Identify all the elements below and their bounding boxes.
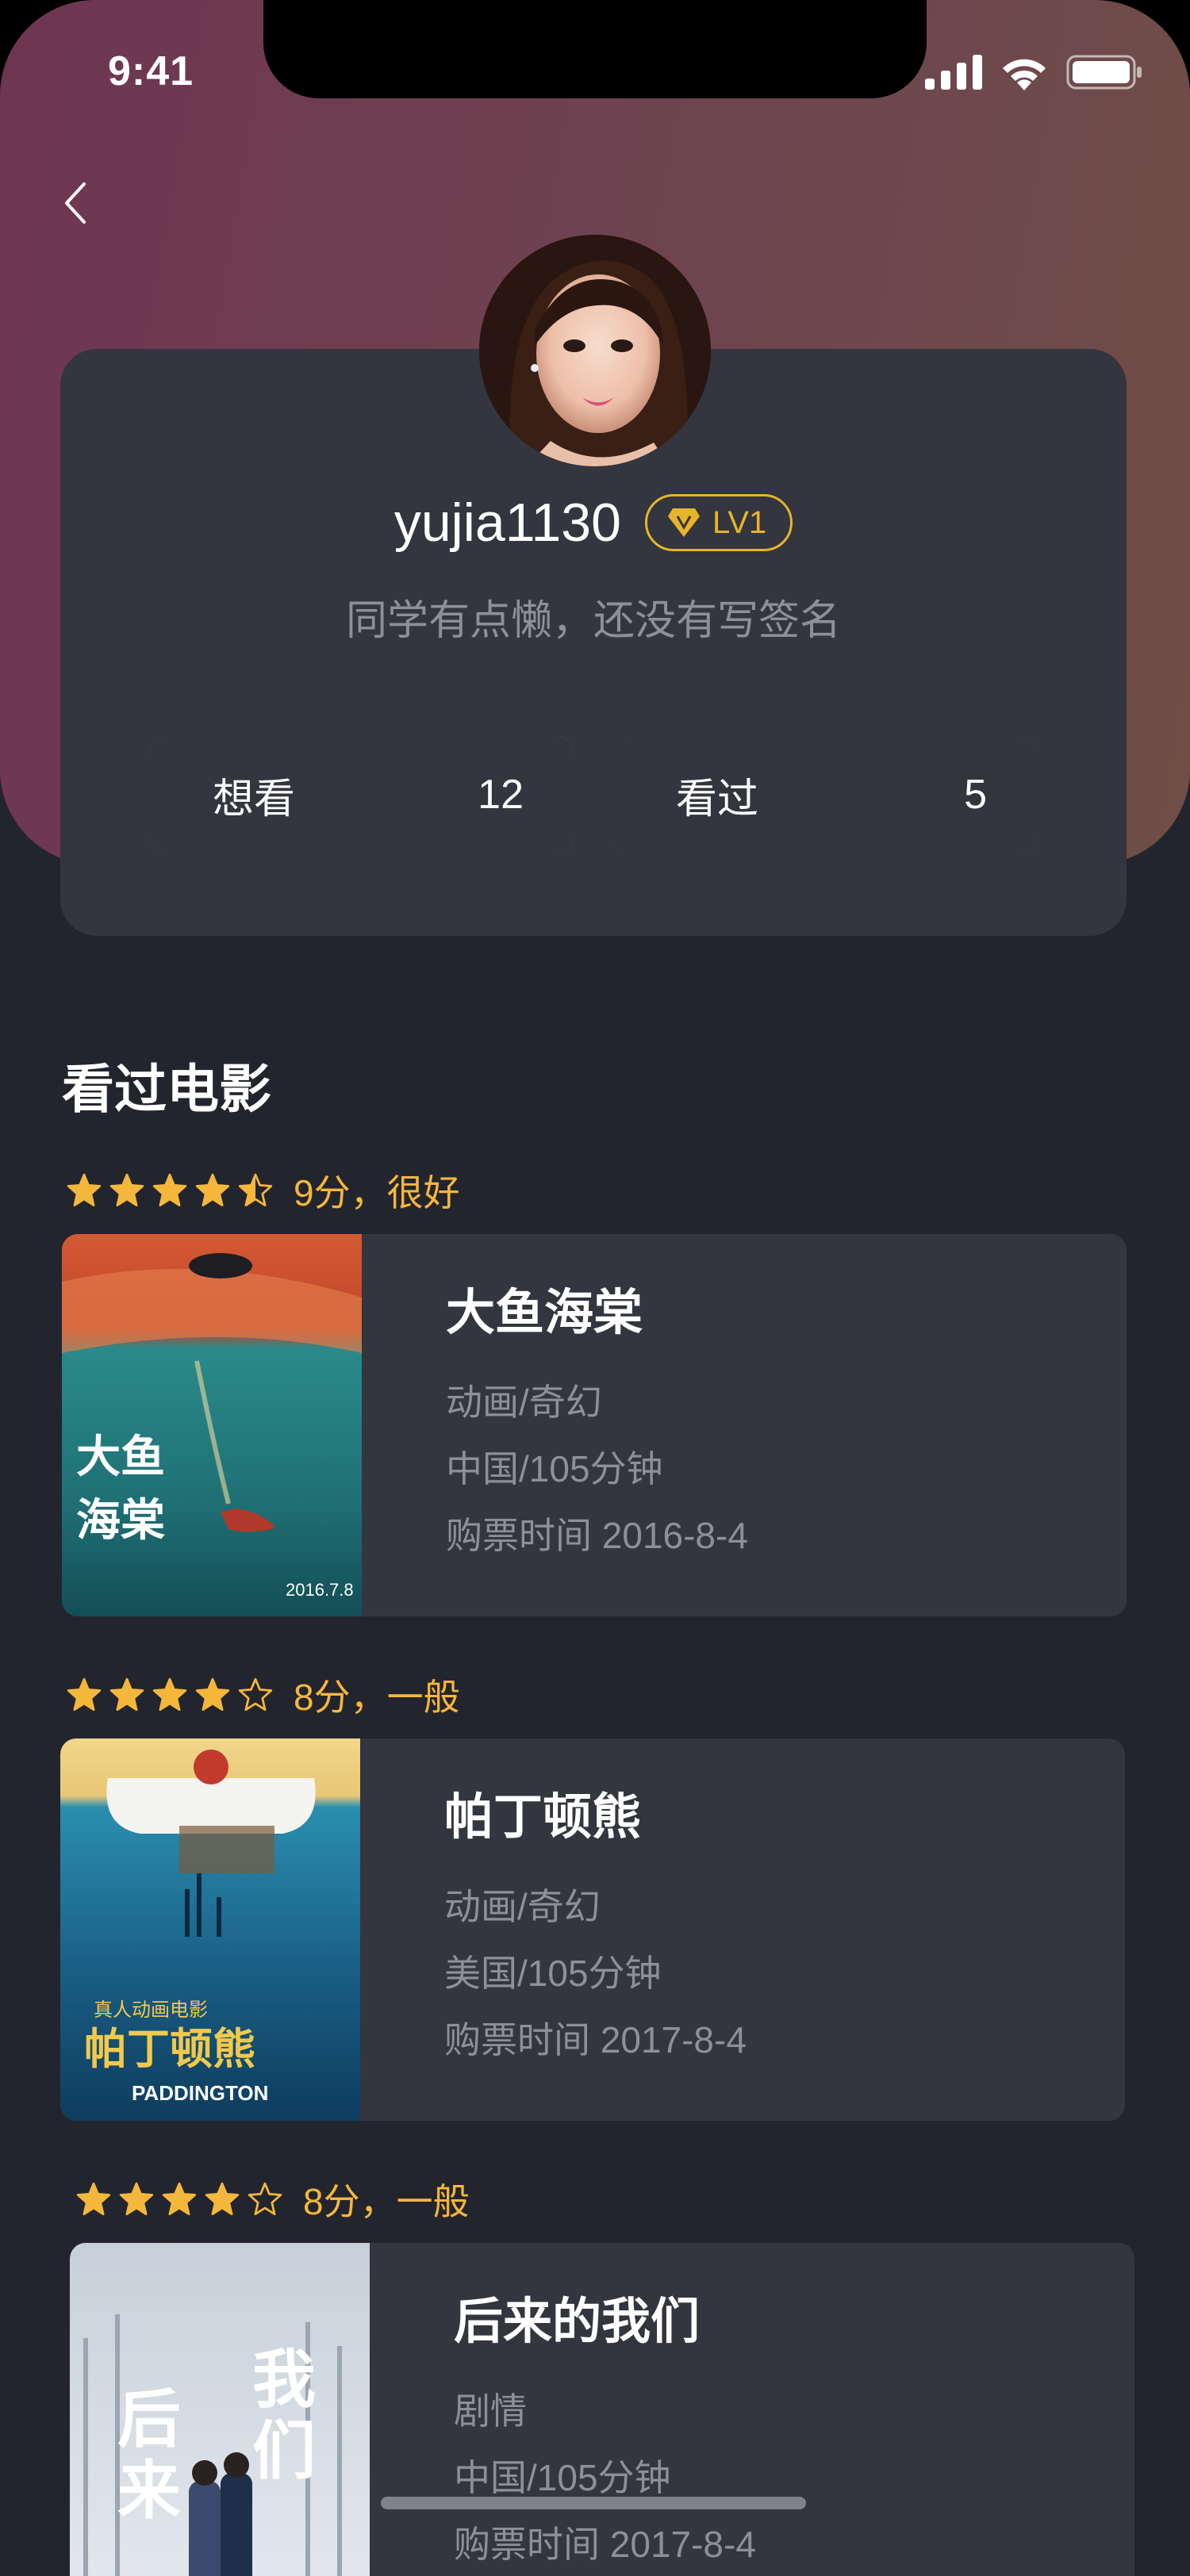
svg-text:来: 来 (117, 2453, 181, 2528)
star-filled-icon (205, 2182, 240, 2216)
movie-title: 后来的我们 (454, 2294, 701, 2349)
svg-text:PADDINGTON: PADDINGTON (132, 2081, 268, 2105)
section-title: 看过电影 (62, 1060, 271, 1118)
movie-genre: 动画/奇幻 (444, 1886, 601, 1927)
diamond-icon (667, 508, 700, 537)
star-filled-icon (195, 1677, 230, 1712)
star-filled-icon (162, 2182, 197, 2216)
star-filled-icon (67, 1173, 102, 1207)
movie-title: 帕丁顿熊 (444, 1790, 642, 1845)
rating-row: 8分，一般 (76, 2173, 470, 2225)
svg-text:后: 后 (117, 2382, 181, 2456)
status-icons (925, 54, 1142, 90)
avatar[interactable] (479, 235, 711, 466)
device-notch (263, 0, 927, 98)
star-filled-icon (119, 2182, 154, 2216)
star-half-icon (238, 1173, 273, 1207)
level-badge: LV1 (644, 494, 793, 551)
star-empty-icon (248, 2182, 282, 2216)
avatar-portrait (479, 235, 711, 466)
signature: 同学有点懒，还没有写签名 (345, 598, 841, 644)
movie-region-duration: 中国/105分钟 (446, 1448, 663, 1489)
wifi-icon (1003, 59, 1046, 90)
movie-genre: 剧情 (454, 2390, 527, 2432)
movie-genre: 动画/奇幻 (446, 1382, 602, 1423)
seen-count: 5 (964, 772, 987, 818)
username-row: yujia1130 LV1 (60, 492, 1127, 554)
star-filled-icon (109, 1677, 144, 1712)
want-to-watch-button[interactable]: 想看 12 (149, 736, 574, 853)
phone-screen: 9:41 yujia1130 LV1 同学有点懒，还没有写签名 想看 12 看过… (0, 0, 1190, 2576)
movie-region-duration: 中国/105分钟 (454, 2457, 671, 2498)
movie-poster: 后 来 我 们 (70, 2243, 370, 2576)
star-rating (67, 1677, 273, 1712)
rating-text: 9分，很好 (294, 1172, 460, 1213)
star-filled-icon (67, 1677, 102, 1712)
star-filled-icon (152, 1677, 187, 1712)
movie-card[interactable]: 后 来 我 们 后来的我们 剧情 中国/105分钟 购票时间 2017-8-4 (70, 2243, 1134, 2576)
svg-text:帕丁顿熊: 帕丁顿熊 (84, 2024, 255, 2074)
movie-card[interactable]: 真人动画电影 帕丁顿熊 PADDINGTON 帕丁顿熊 动画/奇幻 美国/105… (60, 1738, 1125, 2121)
svg-text:2016.7.8: 2016.7.8 (286, 1580, 354, 1600)
star-filled-icon (152, 1173, 187, 1207)
watched-button[interactable]: 看过 5 (612, 736, 1038, 853)
rating-text: 8分，一般 (294, 1677, 460, 1718)
username: yujia1130 (393, 493, 621, 553)
back-button[interactable] (56, 179, 103, 227)
want-label: 想看 (213, 776, 296, 822)
movie-region-duration: 美国/105分钟 (444, 1953, 662, 1994)
svg-text:海棠: 海棠 (76, 1494, 165, 1547)
seen-label: 看过 (676, 776, 759, 822)
level-label: LV1 (712, 504, 767, 540)
star-filled-icon (76, 2182, 111, 2216)
status-time: 9:41 (108, 48, 194, 94)
movie-purchase-time: 购票时间 2016-8-4 (446, 1515, 748, 1556)
svg-text:我: 我 (252, 2342, 316, 2417)
movie-card[interactable]: 大鱼 海棠 2016.7.8 大鱼海棠 动画/奇幻 中国/105分钟 购票时间 … (62, 1234, 1127, 1616)
poster-title-art: 大鱼 (76, 1431, 165, 1483)
star-filled-icon (195, 1173, 230, 1207)
star-rating (76, 2182, 282, 2217)
want-count: 12 (478, 772, 524, 818)
star-rating (67, 1173, 273, 1208)
movie-title: 大鱼海棠 (446, 1286, 643, 1340)
star-filled-icon (109, 1173, 144, 1207)
battery-icon (1066, 55, 1142, 90)
home-indicator[interactable] (381, 2497, 806, 2509)
svg-text:们: 们 (252, 2413, 316, 2488)
cellular-signal-icon (925, 55, 982, 90)
movie-purchase-time: 购票时间 2017-8-4 (454, 2524, 756, 2565)
star-empty-icon (238, 1677, 273, 1712)
rating-text: 8分，一般 (303, 2181, 470, 2222)
svg-text:真人动画电影: 真人动画电影 (94, 1999, 208, 2021)
rating-row: 9分，很好 (67, 1164, 460, 1217)
movie-poster: 真人动画电影 帕丁顿熊 PADDINGTON (60, 1738, 360, 2121)
rating-row: 8分，一般 (67, 1669, 460, 1721)
movie-purchase-time: 购票时间 2017-8-4 (444, 2019, 747, 2060)
movie-poster: 大鱼 海棠 2016.7.8 (62, 1234, 362, 1616)
